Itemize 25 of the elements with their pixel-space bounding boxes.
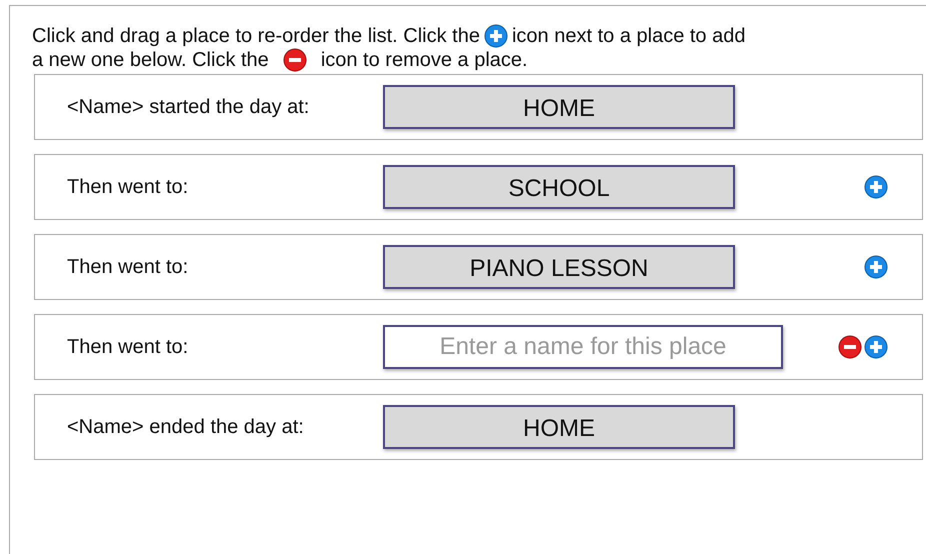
add-icon (484, 24, 508, 48)
place-name-box[interactable]: SCHOOL (383, 165, 735, 209)
place-row[interactable]: Then went to: PIANO LESSON (34, 234, 923, 300)
add-icon[interactable] (864, 255, 888, 279)
instruction-text: a new one below. Click the (32, 48, 269, 72)
instruction-text: icon to remove a place. (320, 48, 528, 72)
add-icon[interactable] (864, 335, 888, 359)
place-name-box[interactable]: HOME (383, 85, 735, 129)
place-label: Then went to: (67, 256, 190, 278)
place-row[interactable]: Then went to: Enter a name for this place (34, 314, 923, 380)
instruction-text: icon next to a place to add (512, 24, 746, 48)
place-name-box[interactable]: HOME (383, 405, 735, 449)
place-label: Then went to: (67, 336, 190, 358)
place-row[interactable]: Then went to: SCHOOL (34, 154, 923, 220)
place-name-box[interactable]: PIANO LESSON (383, 245, 735, 289)
remove-icon (282, 48, 307, 72)
remove-icon[interactable] (838, 335, 862, 359)
place-label: <Name> started the day at: (67, 96, 310, 118)
place-name-field[interactable]: Enter a name for this place (383, 325, 783, 369)
instruction-text: Click and drag a place to re-order the list. Click the (32, 24, 480, 48)
place-label: <Name> ended the day at: (67, 416, 305, 438)
add-icon[interactable] (864, 175, 888, 199)
place-row[interactable]: <Name> started the day at: HOME (34, 74, 923, 140)
place-row[interactable]: <Name> ended the day at: HOME (34, 394, 923, 460)
place-label: Then went to: (67, 176, 190, 198)
